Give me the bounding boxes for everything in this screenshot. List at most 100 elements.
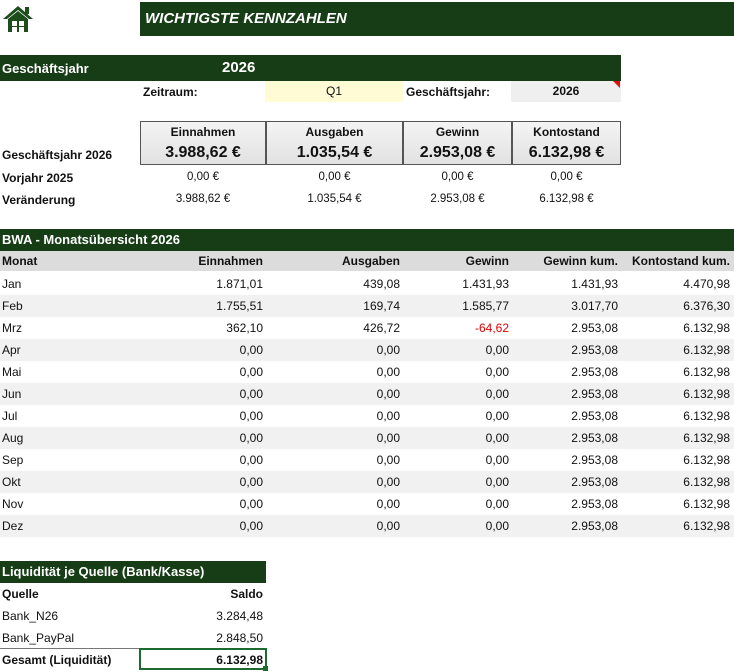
liquidity-title: Liquidität je Quelle (Bank/Kasse): [0, 561, 266, 583]
geschaeftsjahr-label: Geschäftsjahr:: [406, 85, 491, 99]
month-cell[interactable]: Mrz: [2, 317, 122, 339]
kontostand-kum-cell[interactable]: 6.376,30: [621, 295, 730, 317]
einnahmen-cell[interactable]: 0,00: [140, 339, 263, 361]
column-header[interactable]: Kontostand kum.: [621, 251, 730, 271]
month-cell[interactable]: Okt: [2, 471, 122, 493]
einnahmen-cell[interactable]: 0,00: [140, 405, 263, 427]
column-header[interactable]: Gewinn: [403, 251, 509, 271]
source-name[interactable]: Bank_N26: [2, 605, 138, 627]
ausgaben-cell[interactable]: 0,00: [265, 427, 400, 449]
source-name[interactable]: Bank_PayPal: [2, 627, 138, 649]
month-cell[interactable]: Aug: [2, 427, 122, 449]
month-cell[interactable]: Jun: [2, 383, 122, 405]
einnahmen-cell[interactable]: 0,00: [140, 493, 263, 515]
home-button[interactable]: [2, 4, 34, 34]
kontostand-kum-cell[interactable]: 6.132,98: [621, 383, 730, 405]
gewinn-kum-cell[interactable]: 2.953,08: [511, 493, 618, 515]
month-cell[interactable]: Jul: [2, 405, 122, 427]
gewinn-kum-cell[interactable]: 2.953,08: [511, 471, 618, 493]
einnahmen-cell[interactable]: 0,00: [140, 361, 263, 383]
month-cell[interactable]: Sep: [2, 449, 122, 471]
gewinn-cell[interactable]: 0,00: [403, 515, 509, 537]
geschaeftsjahr-input[interactable]: 2026: [511, 81, 621, 102]
kontostand-kum-cell[interactable]: 6.132,98: [621, 471, 730, 493]
prev-year-value: 0,00 €: [441, 171, 474, 183]
column-header[interactable]: Saldo: [140, 583, 263, 605]
kontostand-kum-cell[interactable]: 4.470,98: [621, 273, 730, 295]
bwa-header-row: Monat Einnahmen Ausgaben Gewinn Gewinn k…: [0, 251, 734, 271]
kontostand-kum-cell[interactable]: 6.132,98: [621, 361, 730, 383]
gewinn-cell[interactable]: 0,00: [403, 361, 509, 383]
gewinn-cell[interactable]: 0,00: [403, 449, 509, 471]
ausgaben-cell[interactable]: 0,00: [265, 361, 400, 383]
month-cell[interactable]: Feb: [2, 295, 122, 317]
gewinn-cell[interactable]: 0,00: [403, 405, 509, 427]
einnahmen-cell[interactable]: 0,00: [140, 449, 263, 471]
gewinn-kum-cell[interactable]: 2.953,08: [511, 405, 618, 427]
einnahmen-cell[interactable]: 0,00: [140, 471, 263, 493]
column-header[interactable]: Gewinn kum.: [511, 251, 618, 271]
kpi-card-kontostand: Kontostand 6.132,98 €: [512, 121, 621, 165]
gewinn-cell[interactable]: 0,00: [403, 493, 509, 515]
prev-year-value: 0,00 €: [187, 171, 219, 183]
kontostand-kum-cell[interactable]: 6.132,98: [621, 449, 730, 471]
ausgaben-cell[interactable]: 0,00: [265, 493, 400, 515]
gewinn-cell[interactable]: 1.431,93: [403, 273, 509, 295]
einnahmen-cell[interactable]: 0,00: [140, 515, 263, 537]
source-balance[interactable]: 3.284,48: [140, 605, 263, 627]
gewinn-kum-cell[interactable]: 2.953,08: [511, 339, 618, 361]
kontostand-kum-cell[interactable]: 6.132,98: [621, 339, 730, 361]
einnahmen-cell[interactable]: 0,00: [140, 383, 263, 405]
ausgaben-cell[interactable]: 439,08: [265, 273, 400, 295]
ausgaben-cell[interactable]: 169,74: [265, 295, 400, 317]
column-header[interactable]: Ausgaben: [265, 251, 400, 271]
gewinn-cell[interactable]: 0,00: [403, 471, 509, 493]
gewinn-kum-cell[interactable]: 2.953,08: [511, 449, 618, 471]
month-cell[interactable]: Dez: [2, 515, 122, 537]
fill-handle[interactable]: [263, 666, 268, 671]
column-header[interactable]: Einnahmen: [140, 251, 263, 271]
ausgaben-cell[interactable]: 426,72: [265, 317, 400, 339]
ausgaben-cell[interactable]: 0,00: [265, 405, 400, 427]
source-balance[interactable]: 2.848,50: [140, 627, 263, 649]
einnahmen-cell[interactable]: 362,10: [140, 317, 263, 339]
month-cell[interactable]: Nov: [2, 493, 122, 515]
kontostand-kum-cell[interactable]: 6.132,98: [621, 427, 730, 449]
ausgaben-cell[interactable]: 0,00: [265, 383, 400, 405]
ausgaben-cell[interactable]: 0,00: [265, 471, 400, 493]
total-value[interactable]: 6.132,98: [140, 649, 263, 671]
zeitraum-select[interactable]: Q1: [265, 81, 403, 102]
einnahmen-cell[interactable]: 1.871,01: [140, 273, 263, 295]
gewinn-cell[interactable]: -64,62: [403, 317, 509, 339]
ausgaben-cell[interactable]: 0,00: [265, 449, 400, 471]
kontostand-kum-cell[interactable]: 6.132,98: [621, 515, 730, 537]
gewinn-kum-cell[interactable]: 2.953,08: [511, 515, 618, 537]
gewinn-cell[interactable]: 0,00: [403, 427, 509, 449]
kontostand-kum-cell[interactable]: 6.132,98: [621, 493, 730, 515]
gewinn-cell[interactable]: 0,00: [403, 383, 509, 405]
kontostand-kum-cell[interactable]: 6.132,98: [621, 317, 730, 339]
gewinn-cell[interactable]: 0,00: [403, 339, 509, 361]
comment-indicator-icon[interactable]: [613, 81, 620, 88]
einnahmen-cell[interactable]: 1.755,51: [140, 295, 263, 317]
ausgaben-cell[interactable]: 0,00: [265, 515, 400, 537]
gewinn-kum-cell[interactable]: 3.017,70: [511, 295, 618, 317]
gewinn-kum-cell[interactable]: 2.953,08: [511, 361, 618, 383]
gewinn-kum-cell[interactable]: 2.953,08: [511, 427, 618, 449]
total-label[interactable]: Gesamt (Liquidität): [2, 649, 138, 671]
gewinn-cell[interactable]: 1.585,77: [403, 295, 509, 317]
gewinn-kum-cell[interactable]: 1.431,93: [511, 273, 618, 295]
column-header[interactable]: Monat: [2, 251, 122, 271]
table-row: Apr 0,00 0,00 0,00 2.953,08 6.132,98: [0, 339, 734, 361]
month-cell[interactable]: Mai: [2, 361, 122, 383]
month-cell[interactable]: Apr: [2, 339, 122, 361]
einnahmen-cell[interactable]: 0,00: [140, 427, 263, 449]
column-header[interactable]: Quelle: [2, 583, 138, 605]
kpi-header: Gewinn: [435, 125, 480, 139]
gewinn-kum-cell[interactable]: 2.953,08: [511, 383, 618, 405]
month-cell[interactable]: Jan: [2, 273, 122, 295]
gewinn-kum-cell[interactable]: 2.953,08: [511, 317, 618, 339]
kpi-card-gewinn: Gewinn 2.953,08 €: [403, 121, 512, 165]
ausgaben-cell[interactable]: 0,00: [265, 339, 400, 361]
kontostand-kum-cell[interactable]: 6.132,98: [621, 405, 730, 427]
